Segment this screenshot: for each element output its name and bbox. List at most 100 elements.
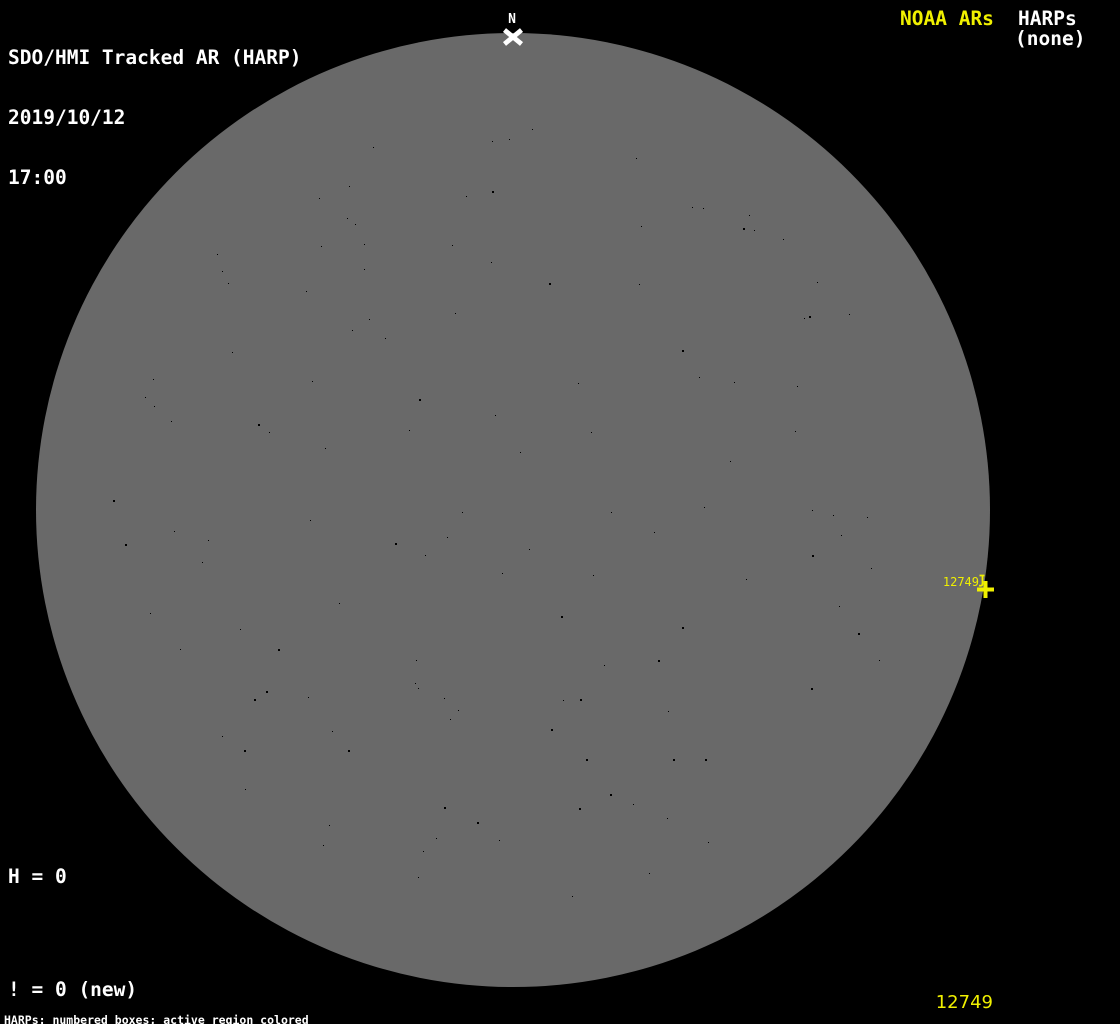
magnetogram-speck <box>499 840 500 841</box>
magnetogram-speck <box>730 461 731 462</box>
footer-notes: HARPs: numbered boxes; active region col… <box>4 990 406 1024</box>
magnetogram-speck <box>180 649 181 650</box>
magnetogram-speck <box>812 555 814 557</box>
magnetogram-speck <box>348 750 350 752</box>
magnetogram-speck <box>352 330 353 331</box>
magnetogram-speck <box>817 282 818 283</box>
magnetogram-speck <box>783 239 784 240</box>
magnetogram-speck <box>308 697 309 698</box>
magnetogram-speck <box>682 627 684 629</box>
magnetogram-speck <box>667 818 668 819</box>
magnetogram-speck <box>312 381 313 382</box>
magnetogram-speck <box>492 191 494 193</box>
magnetogram-speck <box>245 789 246 790</box>
magnetogram-speck <box>409 430 410 431</box>
magnetogram-speck <box>804 318 805 319</box>
magnetogram-speck <box>867 517 868 518</box>
magnetogram-speck <box>572 896 573 897</box>
legend-spacer <box>8 924 231 942</box>
magnetogram-speck <box>266 691 268 693</box>
magnetogram-speck <box>611 512 612 513</box>
magnetogram-speck <box>436 838 437 839</box>
magnetogram-speck <box>649 873 650 874</box>
magnetogram-speck <box>154 406 155 407</box>
magnetogram-speck <box>450 719 451 720</box>
magnetogram-speck <box>520 452 521 453</box>
magnetogram-speck <box>125 544 127 546</box>
magnetogram-speck <box>704 507 705 508</box>
magnetogram-speck <box>171 421 172 422</box>
magnetogram-speck <box>673 759 675 761</box>
magnetogram-speck <box>447 537 448 538</box>
magnetogram-speck <box>145 397 146 398</box>
magnetogram-speck <box>228 283 229 284</box>
magnetogram-speck <box>329 825 330 826</box>
magnetogram-speck <box>491 262 492 263</box>
magnetogram-speck <box>232 352 233 353</box>
magnetogram-speck <box>705 759 707 761</box>
magnetogram-speck <box>809 316 811 318</box>
magnetogram-speck <box>578 383 579 384</box>
magnetogram-speck <box>593 575 594 576</box>
magnetogram-speck <box>658 660 660 662</box>
magnetogram-speck <box>839 606 840 607</box>
magnetogram-speck <box>833 515 834 516</box>
magnetogram-speck <box>444 807 446 809</box>
magnetogram-speck <box>369 319 370 320</box>
magnetogram-speck <box>458 710 459 711</box>
magnetogram-speck <box>812 510 813 511</box>
magnetogram-speck <box>323 845 324 846</box>
magnetogram-speck <box>549 283 551 285</box>
magnetogram-speck <box>385 338 386 339</box>
magnetogram-speck <box>797 386 798 387</box>
magnetogram-speck <box>444 698 445 699</box>
magnetogram-speck <box>641 226 642 227</box>
magnetogram-speck <box>455 313 456 314</box>
magnetogram-speck <box>795 431 796 432</box>
magnetogram-speck <box>749 215 750 216</box>
magnetogram-speck <box>743 228 745 230</box>
magnetogram-speck <box>150 613 151 614</box>
magnetogram-speck <box>746 579 747 580</box>
noaa-ar-number-label: 12749 <box>943 576 979 589</box>
magnetogram-speck <box>240 629 241 630</box>
observation-time: 17:00 <box>8 168 302 188</box>
magnetogram-speck <box>355 224 356 225</box>
harp-tracking-frame: N SDO/HMI Tracked AR (HARP) 2019/10/12 1… <box>0 0 1120 1024</box>
magnetogram-speck <box>349 186 350 187</box>
magnetogram-speck <box>153 379 154 380</box>
noaa-ar-cross-icon <box>977 581 994 598</box>
magnetogram-speck <box>278 649 280 651</box>
magnetogram-speck <box>222 736 223 737</box>
magnetogram-speck <box>415 683 416 684</box>
magnetogram-speck <box>754 230 755 231</box>
noaa-ars-heading: NOAA ARs <box>900 9 994 29</box>
magnetogram-speck <box>636 158 637 159</box>
magnetogram-speck <box>708 842 709 843</box>
magnetogram-speck <box>610 794 612 796</box>
magnetogram-speck <box>841 535 842 536</box>
magnetogram-speck <box>222 271 223 272</box>
magnetogram-speck <box>529 549 530 550</box>
magnetogram-speck <box>423 851 424 852</box>
footer-note-harps: HARPs: numbered boxes; active region col… <box>4 1014 406 1024</box>
magnetogram-speck <box>477 822 479 824</box>
magnetogram-speck <box>418 688 419 689</box>
magnetogram-speck <box>332 731 333 732</box>
magnetogram-speck <box>321 246 322 247</box>
magnetogram-speck <box>208 540 209 541</box>
magnetogram-speck <box>734 382 735 383</box>
magnetogram-speck <box>395 543 397 545</box>
magnetogram-speck <box>532 129 533 130</box>
magnetogram-speck <box>502 573 503 574</box>
magnetogram-speck <box>202 562 203 563</box>
noaa-ar-number-bottom: 12749 <box>936 993 993 1013</box>
magnetogram-speck <box>580 699 582 701</box>
magnetogram-speck <box>347 218 348 219</box>
magnetogram-speck <box>591 432 592 433</box>
magnetogram-speck <box>418 877 419 878</box>
magnetogram-speck <box>579 808 581 810</box>
magnetogram-speck <box>586 759 588 761</box>
magnetogram-speck <box>604 665 605 666</box>
north-cross-icon <box>502 28 524 46</box>
